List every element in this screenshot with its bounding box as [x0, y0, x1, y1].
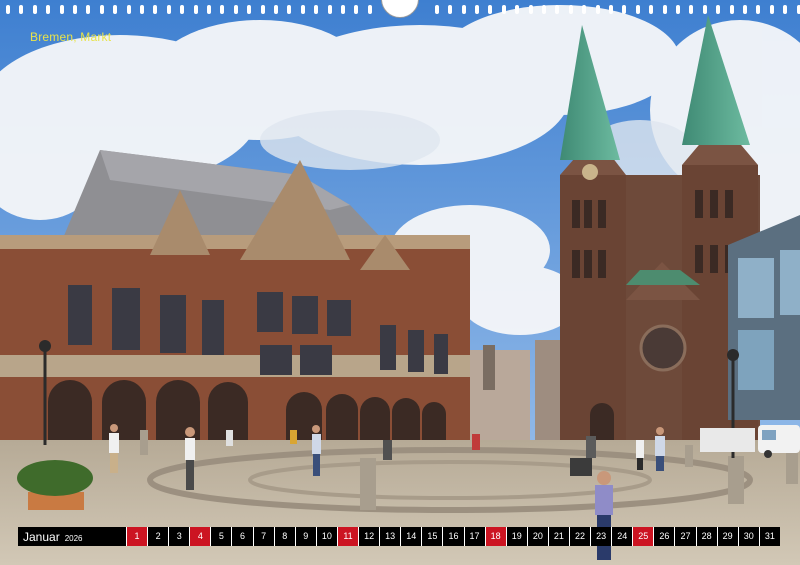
day-cell: 9 [294, 527, 316, 546]
day-cell: 27 [674, 527, 696, 546]
day-cell: 29 [716, 527, 738, 546]
day-cell: 25 [632, 527, 654, 546]
day-cell: 16 [442, 527, 464, 546]
month-name: Januar [23, 530, 60, 544]
binding-hole [247, 5, 252, 14]
bremen-market-photo [0, 0, 800, 565]
day-cell: 19 [505, 527, 527, 546]
binding-hole [327, 5, 332, 14]
binding-hole [300, 5, 305, 14]
binding-hole [676, 5, 680, 14]
binding-hole [434, 5, 439, 14]
binding-hole [796, 5, 800, 14]
binding-hole [609, 5, 613, 14]
binding-hole [367, 5, 372, 14]
day-cell: 12 [358, 527, 380, 546]
binding-hole [287, 5, 292, 14]
day-cell: 2 [147, 527, 169, 546]
rose-window [639, 324, 687, 372]
day-cells: 1 2 3 4 5 6 7 8 9 10 11 12 13 14 15 16 17 18 19 20 21 22 23 24 2… [126, 527, 780, 546]
binding-hole [702, 5, 707, 14]
day-cell: 31 [758, 527, 780, 546]
binding-hole [716, 5, 721, 14]
binding-hole [689, 5, 694, 14]
day-cell: 24 [611, 527, 633, 546]
binding-hole [501, 5, 506, 14]
calendar-strip: Januar 2026 1 2 3 4 5 6 7 8 9 10 11 12 13 14 15 16 17 18 1… [18, 527, 780, 546]
binding-hole [461, 5, 466, 14]
binding-hole [113, 5, 118, 14]
binding-hole [233, 5, 238, 14]
day-cell: 21 [547, 527, 569, 546]
binding-hole [180, 5, 185, 14]
binding-hole [166, 5, 171, 14]
binding-hole [488, 5, 493, 14]
day-cell: 23 [590, 527, 612, 546]
day-cell: 18 [484, 527, 506, 546]
day-cell: 1 [126, 527, 148, 546]
binding-hole [743, 5, 747, 14]
binding-hole [475, 5, 479, 14]
day-cell: 8 [273, 527, 295, 546]
binding-hole [783, 5, 788, 14]
binding-hole [153, 5, 158, 14]
binding-hole [568, 5, 573, 14]
day-cell: 6 [231, 527, 253, 546]
binding-hole [341, 5, 345, 14]
day-cell: 22 [568, 527, 591, 546]
binding-hole [46, 5, 51, 14]
day-cell: 5 [210, 527, 232, 546]
binding-hole [756, 5, 761, 14]
day-cell: 30 [737, 527, 759, 546]
binding-hole [448, 5, 453, 14]
binding-hole [314, 5, 319, 14]
day-cell: 20 [526, 527, 548, 546]
photo-caption: Bremen, Markt [30, 30, 112, 44]
binding-hole [140, 5, 144, 14]
binding-hole [6, 5, 10, 14]
binding-hole [582, 5, 587, 14]
binding-hole [622, 5, 627, 14]
binding-hole [635, 5, 640, 14]
day-cell: 10 [315, 527, 337, 546]
binding-hole [32, 5, 37, 14]
binding-hole [86, 5, 91, 14]
binding-hole [595, 5, 600, 14]
binding-hole [19, 5, 24, 14]
binding-hole [515, 5, 520, 14]
day-cell: 4 [189, 527, 211, 546]
month-cell: Januar 2026 [18, 527, 126, 546]
day-cell: 14 [400, 527, 422, 546]
day-cell: 13 [379, 527, 401, 546]
day-cell: 17 [463, 527, 485, 546]
day-cell: 26 [653, 527, 675, 546]
binding-hole [99, 5, 104, 14]
binding-hole [555, 5, 560, 14]
binding-hole [662, 5, 667, 14]
binding-hole [542, 5, 546, 14]
day-cell: 28 [695, 527, 717, 546]
binding-hole [354, 5, 359, 14]
binding-hole [274, 5, 278, 14]
binding-hole [769, 5, 774, 14]
day-cell: 11 [336, 527, 359, 546]
binding-hole [649, 5, 654, 14]
binding-hole [59, 5, 64, 14]
day-cell: 7 [252, 527, 274, 546]
month-year: 2026 [64, 534, 83, 543]
day-cell: 3 [168, 527, 190, 546]
day-cell: 15 [421, 527, 443, 546]
binding-hole [73, 5, 77, 14]
binding-hole [126, 5, 131, 14]
binding-hole [528, 5, 533, 14]
binding-hole [193, 5, 198, 14]
binding-hole [729, 5, 734, 14]
binding-hole [207, 5, 211, 14]
binding-hole [260, 5, 265, 14]
binding-hole [220, 5, 225, 14]
